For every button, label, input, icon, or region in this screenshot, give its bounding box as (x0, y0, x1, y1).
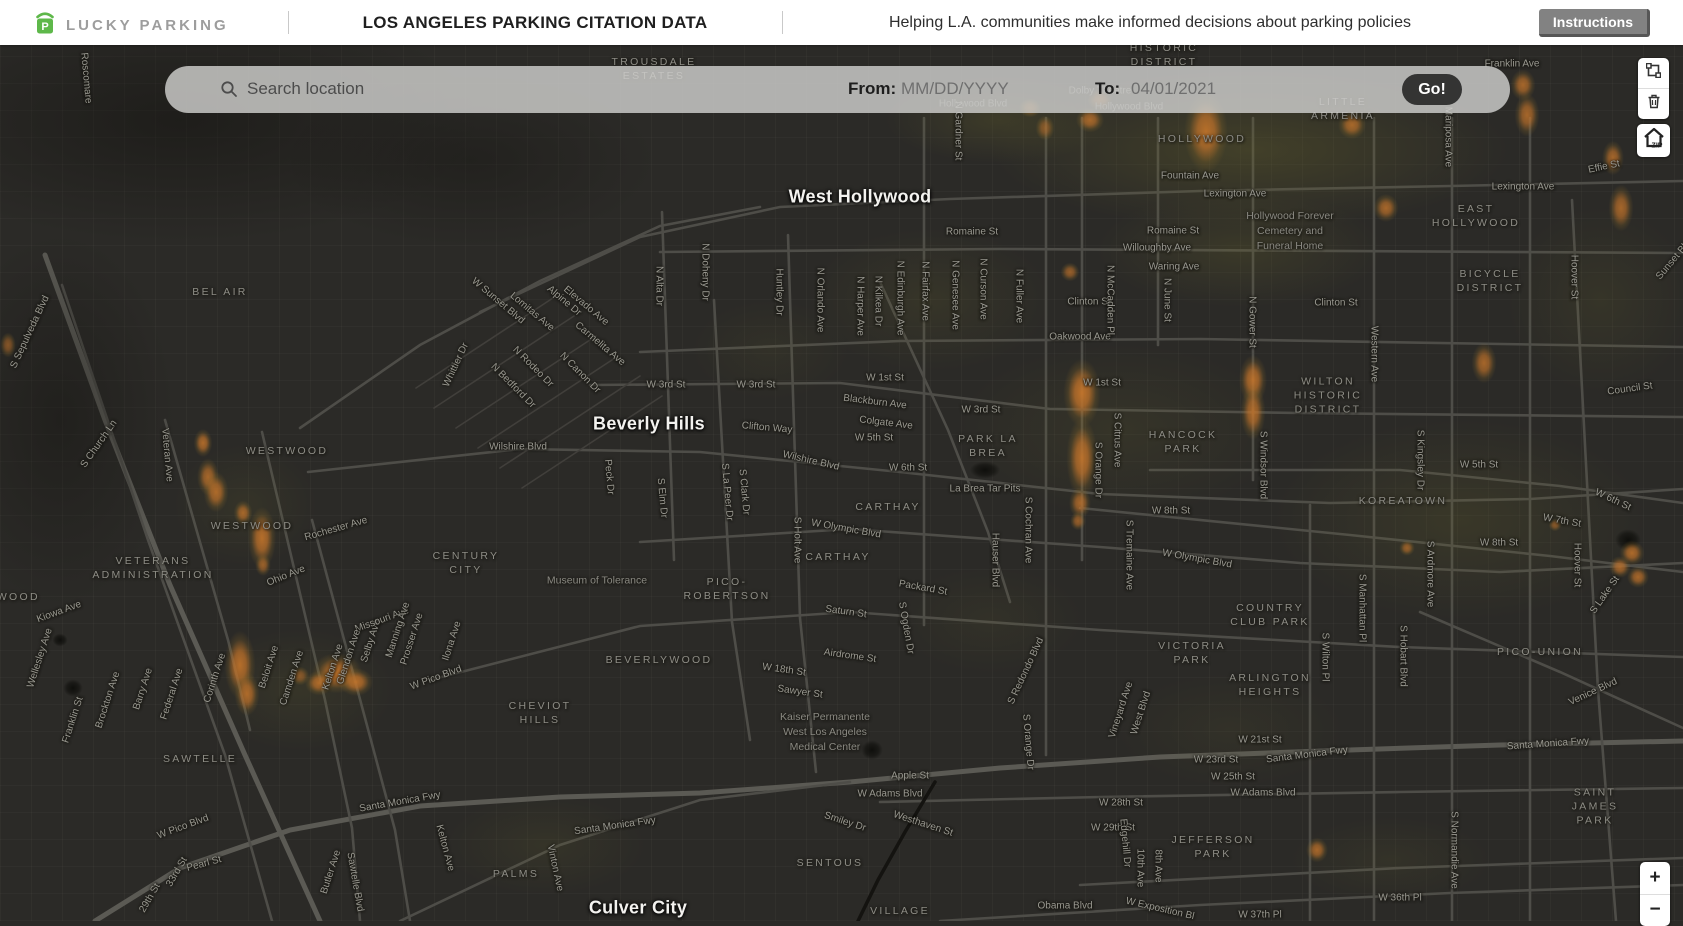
major-road (262, 432, 360, 921)
draw-polygon-button[interactable] (1638, 58, 1669, 89)
logo-text: LUCKY PARKING (66, 17, 229, 34)
go-button[interactable]: Go! (1402, 74, 1462, 105)
major-road (662, 212, 674, 560)
major-road (880, 282, 1010, 602)
minor-road (478, 356, 618, 448)
instructions-button[interactable]: Instructions (1539, 9, 1650, 37)
tagline: Helping L.A. communities make informed d… (800, 0, 1500, 45)
major-road (300, 207, 760, 428)
roads-layer (0, 0, 1683, 921)
zoom-out-button[interactable]: − (1640, 895, 1670, 926)
page-title: LOS ANGELES PARKING CITATION DATA (288, 0, 782, 45)
major-road (714, 300, 750, 740)
svg-text:P: P (41, 21, 48, 33)
from-label: From: (848, 79, 896, 99)
header-divider (782, 11, 783, 34)
search-input[interactable]: Search location (247, 79, 364, 99)
major-road (312, 520, 410, 921)
major-road (788, 235, 816, 772)
minor-road (500, 376, 640, 468)
zip-home-icon: ZIP (1642, 126, 1666, 155)
major-road (430, 612, 1683, 680)
zoom-controls: + − (1640, 862, 1670, 926)
to-date-field[interactable]: 04/01/2021 (1131, 79, 1216, 99)
draw-controls (1638, 58, 1669, 119)
parking-meter-icon: P (34, 10, 56, 41)
major-road (640, 339, 1683, 352)
from-date-field[interactable]: MM/DD/YYYY (901, 79, 1009, 99)
major-road (880, 788, 1683, 802)
logo: P LUCKY PARKING (34, 10, 229, 41)
app-header: P LUCKY PARKING LOS ANGELES PARKING CITA… (0, 0, 1683, 45)
map-canvas[interactable]: Hollywood BlvdHollywood BlvdDolby Theatr… (0, 0, 1683, 921)
major-road (590, 383, 1683, 417)
major-road (165, 420, 250, 730)
search-icon (220, 80, 238, 103)
major-road (308, 449, 1683, 503)
minor-road (456, 336, 596, 428)
minor-road (522, 396, 662, 488)
polygon-icon (1646, 63, 1661, 83)
to-label: To: (1095, 79, 1120, 99)
major-road (1080, 508, 1683, 572)
zoom-in-button[interactable]: + (1640, 862, 1670, 895)
trash-button[interactable] (1638, 89, 1669, 119)
major-road (1080, 858, 1683, 885)
svg-text:ZIP: ZIP (1651, 143, 1662, 150)
trash-icon (1647, 94, 1661, 114)
zip-home-button[interactable]: ZIP (1637, 124, 1670, 157)
major-road (940, 885, 1683, 921)
major-road (1420, 612, 1683, 728)
search-bar[interactable]: Search location From: MM/DD/YYYY To: 04/… (165, 66, 1510, 113)
major-road (62, 285, 272, 921)
